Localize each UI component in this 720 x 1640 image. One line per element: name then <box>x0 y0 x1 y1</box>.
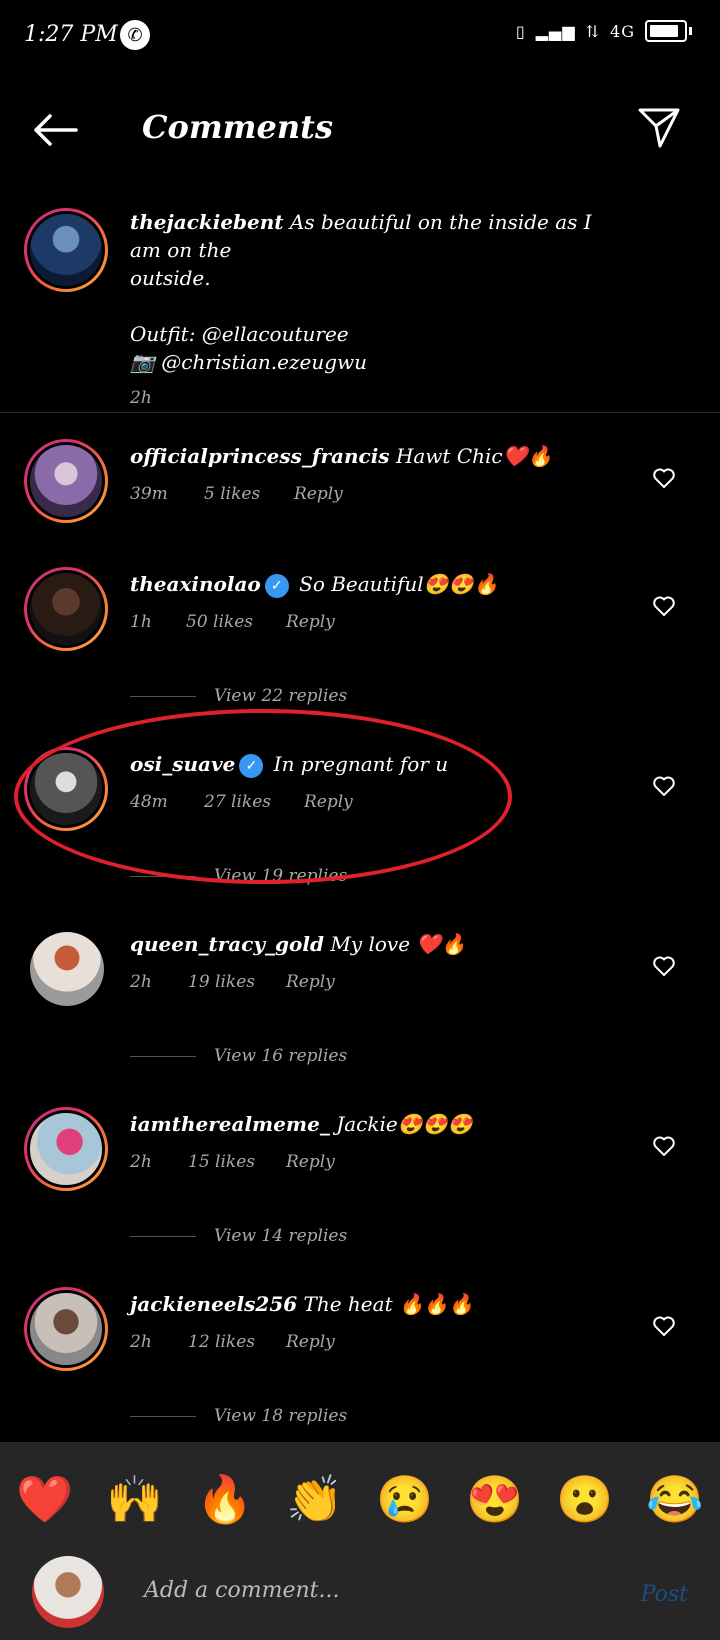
view-replies-2[interactable]: View 22 replies <box>130 686 347 706</box>
emoji-clap[interactable]: 👏 <box>286 1472 343 1527</box>
emoji-surprised[interactable]: 😮 <box>556 1472 613 1527</box>
likes-count[interactable]: 50 likes <box>186 612 286 632</box>
comment-avatar-5[interactable] <box>24 1107 108 1191</box>
reply-button[interactable]: Reply <box>286 612 335 632</box>
signal-icon: ▂▄▆ <box>535 21 576 41</box>
view-replies-5[interactable]: View 14 replies <box>130 1226 347 1246</box>
vibrate-icon: ▯ <box>515 21 526 41</box>
comment-meta-4: 2h 19 likes Reply <box>130 972 335 992</box>
verified-badge-icon: ✓ <box>264 573 289 598</box>
caption-text-line2: outside. <box>130 266 211 290</box>
share-send-icon[interactable] <box>636 104 682 150</box>
comment-text-2: theaxinolao ✓ So Beautiful😍😍🔥 <box>130 572 499 598</box>
like-heart-icon[interactable] <box>652 954 676 978</box>
caption-username[interactable]: thejackiebent <box>130 210 284 234</box>
caption-outfit: Outfit: @ellacouturee <box>130 322 349 346</box>
emoji-fire[interactable]: 🔥 <box>196 1472 253 1527</box>
comment-text-5: iamtherealmeme_ Jackie😍😍😍 <box>130 1112 473 1136</box>
network-type: 4G <box>610 21 635 41</box>
back-arrow-icon[interactable] <box>30 110 80 150</box>
reply-button[interactable]: Reply <box>294 484 343 504</box>
likes-count[interactable]: 19 likes <box>188 972 286 992</box>
comment-avatar-6[interactable] <box>24 1287 108 1371</box>
comment-text-6: jackieneels256 The heat 🔥🔥🔥 <box>130 1292 474 1316</box>
reply-button[interactable]: Reply <box>286 1152 335 1172</box>
comment-avatar-2[interactable] <box>24 567 108 651</box>
comment-username[interactable]: theaxinolao <box>130 572 261 596</box>
comment-avatar-4[interactable] <box>30 932 104 1006</box>
comment-username[interactable]: officialprincess_francis <box>130 444 390 468</box>
add-comment-input[interactable]: Add a comment... <box>144 1578 339 1603</box>
emoji-raised-hands[interactable]: 🙌 <box>106 1472 163 1527</box>
red-highlight-ellipse <box>14 709 512 884</box>
comment-meta-6: 2h 12 likes Reply <box>130 1332 335 1352</box>
status-time: 1:27 PM <box>24 22 118 47</box>
like-heart-icon[interactable] <box>652 1134 676 1158</box>
reply-button[interactable]: Reply <box>286 972 335 992</box>
caption-time: 2h <box>130 388 152 408</box>
comment-meta-1: 39m 5 likes Reply <box>130 484 343 504</box>
caption-avatar[interactable] <box>24 208 108 292</box>
view-replies-4[interactable]: View 16 replies <box>130 1046 347 1066</box>
comment-composer <box>0 1556 720 1640</box>
status-icons: ▯ ▂▄▆ ⇅ 4G <box>516 20 692 42</box>
caption: thejackiebent As beautiful on the inside… <box>130 208 610 412</box>
emoji-crying[interactable]: 😢 <box>376 1472 433 1527</box>
comment-username[interactable]: jackieneels256 <box>130 1292 297 1316</box>
likes-count[interactable]: 5 likes <box>204 484 294 504</box>
caption-divider <box>0 412 720 413</box>
battery-icon <box>645 20 687 42</box>
emoji-quick-bar: ❤️ 🙌 🔥 👏 😢 😍 😮 😂 <box>0 1442 720 1556</box>
data-transfer-icon: ⇅ <box>585 21 601 41</box>
emoji-heart-eyes[interactable]: 😍 <box>466 1472 523 1527</box>
likes-count[interactable]: 15 likes <box>188 1152 286 1172</box>
comment-text-1: officialprincess_francis Hawt Chic❤️🔥 <box>130 444 553 468</box>
comment-avatar-1[interactable] <box>24 439 108 523</box>
comment-username[interactable]: iamtherealmeme_ <box>130 1112 330 1136</box>
comment-meta-5: 2h 15 likes Reply <box>130 1152 335 1172</box>
comment-meta-2: 1h 50 likes Reply <box>130 612 335 632</box>
view-replies-6[interactable]: View 18 replies <box>130 1406 347 1426</box>
reply-button[interactable]: Reply <box>286 1332 335 1352</box>
emoji-laughing[interactable]: 😂 <box>646 1472 703 1527</box>
comment-text-4: queen_tracy_gold My love ❤️🔥 <box>130 932 467 956</box>
caption-photo-credit: 📷 @christian.ezeugwu <box>130 350 368 374</box>
whatsapp-notification-icon: ✆ <box>120 20 150 50</box>
post-button[interactable]: Post <box>641 1582 688 1607</box>
like-heart-icon[interactable] <box>652 774 676 798</box>
like-heart-icon[interactable] <box>652 1314 676 1338</box>
page-title: Comments <box>142 108 333 146</box>
comment-username[interactable]: queen_tracy_gold <box>130 932 324 956</box>
likes-count[interactable]: 12 likes <box>188 1332 286 1352</box>
user-avatar <box>32 1556 104 1628</box>
like-heart-icon[interactable] <box>652 466 676 490</box>
like-heart-icon[interactable] <box>652 594 676 618</box>
emoji-heart[interactable]: ❤️ <box>16 1472 73 1527</box>
